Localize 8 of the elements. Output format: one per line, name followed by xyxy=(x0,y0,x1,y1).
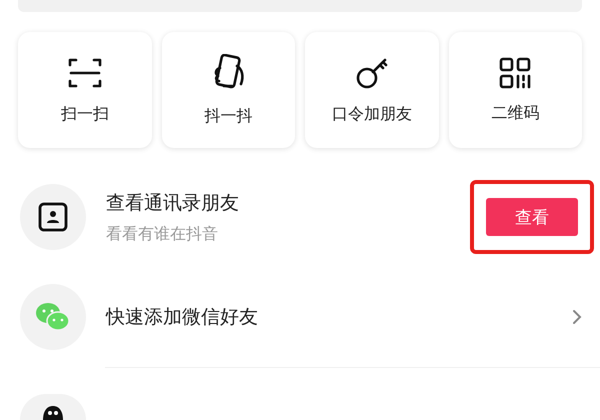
quick-action-button[interactable]: 口令加朋友 xyxy=(305,32,438,148)
row-title: 快速添加微信好友 xyxy=(106,305,259,330)
quick-action-button[interactable]: 扫一扫 xyxy=(18,32,152,148)
row-title: 查看通讯录朋友 xyxy=(106,190,240,216)
quick-action-button[interactable]: 二维码 xyxy=(448,32,582,148)
view-button[interactable]: 查看 xyxy=(486,198,578,236)
row-subtitle: 看看有谁在抖音 xyxy=(106,224,219,244)
quick-action-button[interactable]: 抖一抖 xyxy=(162,32,295,148)
